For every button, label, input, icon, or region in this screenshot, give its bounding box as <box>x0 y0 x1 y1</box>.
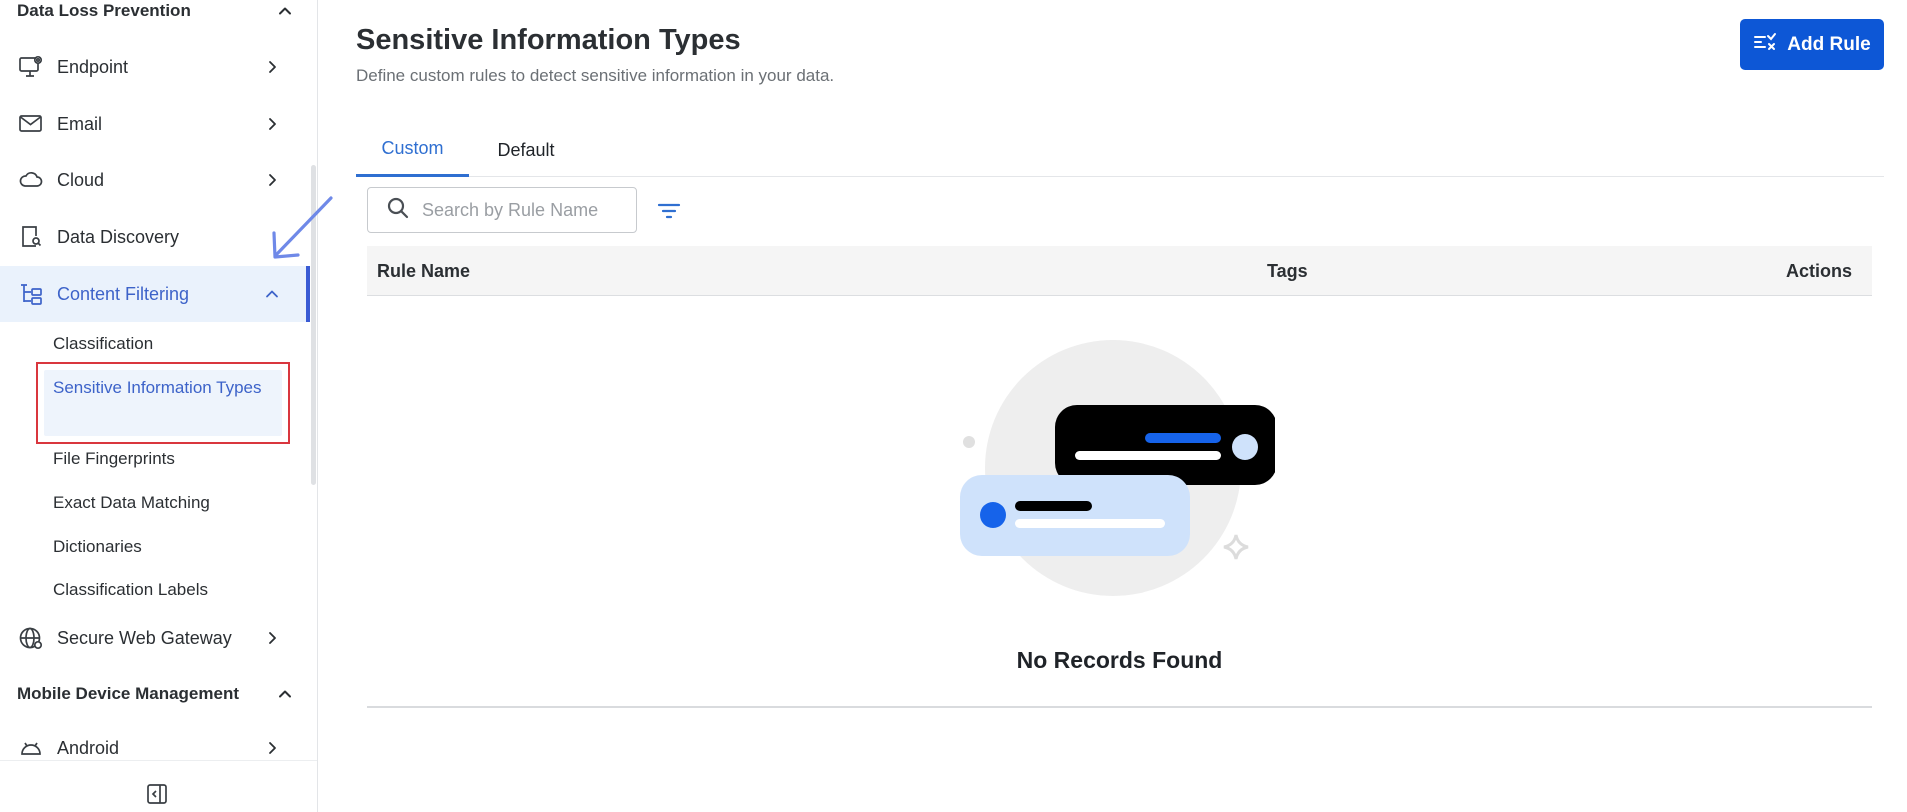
page-subtitle: Define custom rules to detect sensitive … <box>356 66 835 85</box>
annotation-arrow-icon <box>268 195 334 270</box>
add-rule-label: Add Rule <box>1787 33 1871 55</box>
sidebar-sub-item-exact-data-matching[interactable]: Exact Data Matching <box>53 490 283 516</box>
add-rule-button[interactable]: Add Rule <box>1740 19 1884 70</box>
tab-custom[interactable]: Custom <box>356 123 469 177</box>
empty-state-illustration <box>955 335 1277 615</box>
sidebar-sub-item-file-fingerprints[interactable]: File Fingerprints <box>53 446 283 472</box>
sidebar-sub-item-classification-labels[interactable]: Classification Labels <box>53 577 283 603</box>
mail-icon <box>17 110 45 138</box>
column-header-tags[interactable]: Tags <box>1267 246 1308 296</box>
column-header-actions: Actions <box>1785 260 1852 281</box>
filter-button[interactable] <box>655 197 683 225</box>
sidebar-sub-item-label: Sensitive Information Types <box>53 378 262 397</box>
sidebar-item-label: Endpoint <box>57 56 129 77</box>
chevron-up-icon <box>273 682 297 706</box>
section-label: Mobile Device Management <box>17 684 240 703</box>
chevron-up-icon <box>273 0 297 23</box>
search-icon <box>386 196 410 225</box>
sidebar-item-label: Secure Web Gateway <box>57 627 232 648</box>
page-title: Sensitive Information Types <box>356 24 741 56</box>
section-data-loss-prevention[interactable]: Data Loss Prevention <box>17 0 297 24</box>
chevron-right-icon <box>260 626 284 650</box>
sidebar-sub-item-classification[interactable]: Classification <box>53 331 283 357</box>
sidebar-item-label: Cloud <box>57 169 105 190</box>
sidebar-sub-item-sensitive-information-types[interactable]: Sensitive Information Types <box>36 362 290 444</box>
sidebar-item-secure-web-gateway[interactable]: Secure Web Gateway <box>0 610 306 666</box>
sidebar-item-label: Email <box>57 113 103 134</box>
search-box[interactable] <box>367 187 637 233</box>
sidebar: Data Loss Prevention Endpoint Email Clou… <box>0 0 318 812</box>
tab-default[interactable]: Default <box>476 123 576 177</box>
sidebar-item-label: Data Discovery <box>57 226 180 247</box>
chevron-right-icon <box>260 736 284 760</box>
chevron-right-icon <box>260 112 284 136</box>
filter-icon <box>657 203 681 219</box>
add-rule-icon <box>1753 32 1777 58</box>
search-input[interactable] <box>422 199 622 221</box>
sidebar-item-email[interactable]: Email <box>0 96 306 152</box>
sidebar-item-data-discovery[interactable]: Data Discovery <box>0 209 306 265</box>
chevron-right-icon <box>260 168 284 192</box>
android-icon <box>17 734 45 762</box>
panel-collapse-icon <box>147 784 167 804</box>
sidebar-item-label: Content Filtering <box>57 283 190 304</box>
section-label: Data Loss Prevention <box>17 1 191 20</box>
sidebar-item-content-filtering[interactable]: Content Filtering <box>0 266 310 322</box>
cloud-icon <box>17 166 45 194</box>
sidebar-item-cloud[interactable]: Cloud <box>0 152 306 208</box>
collapse-sidebar-button[interactable] <box>142 779 172 809</box>
tab-bar: Custom Default <box>356 123 1884 177</box>
sidebar-item-endpoint[interactable]: Endpoint <box>0 39 306 95</box>
chevron-right-icon <box>260 55 284 79</box>
sidebar-sub-item-dictionaries[interactable]: Dictionaries <box>53 534 283 560</box>
chevron-up-icon <box>260 282 284 306</box>
hierarchy-icon <box>17 280 45 308</box>
empty-state-message: No Records Found <box>1016 647 1223 673</box>
table-header: Rule Name Tags Actions <box>367 246 1872 296</box>
column-header-rule-name[interactable]: Rule Name <box>377 246 470 296</box>
table-divider <box>367 706 1872 708</box>
document-search-icon <box>17 223 45 251</box>
globe-icon <box>17 624 45 652</box>
monitor-icon <box>17 53 45 81</box>
section-mobile-device-management[interactable]: Mobile Device Management <box>17 681 297 707</box>
sidebar-item-label: Android <box>57 737 120 758</box>
